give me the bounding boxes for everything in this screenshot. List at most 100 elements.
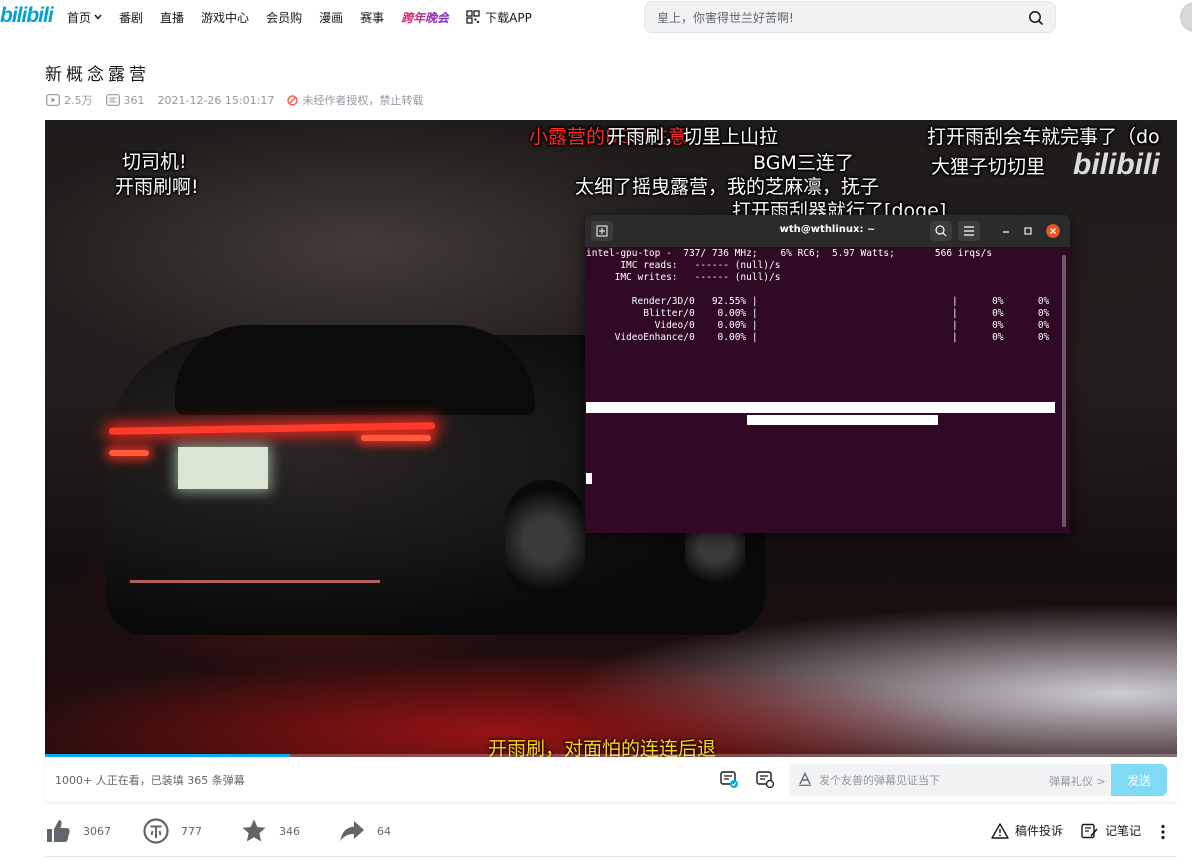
report-button[interactable]: 稿件投诉 — [991, 822, 1063, 839]
danmaku-comment: 大狸子切切里 — [931, 156, 1046, 178]
terminal-line: Blitter/0 0.00% | | 0% 0% — [586, 308, 1050, 319]
video-toolbar: 3067 777 346 64 稿件投诉 记笔记 — [45, 812, 1177, 857]
view-count: 2.5万 — [46, 92, 93, 108]
danmaku-count-value: 361 — [123, 93, 145, 107]
video-player[interactable]: 切司机! 开雨刷啊! 小露营的BGM注意 开雨刷，切里上山拉 BGM三连了 太细… — [45, 120, 1177, 757]
nav-item-anime[interactable]: 番剧 — [119, 8, 143, 26]
video-frame-license-plate — [178, 447, 268, 489]
forbidden-icon — [287, 94, 299, 106]
video-frame-bumper — [130, 580, 380, 583]
video-title: 新概念露营 — [45, 65, 150, 85]
nav-item-home[interactable]: 首页 — [67, 8, 102, 26]
terminal-line: Video/0 0.00% | | 0% 0% — [586, 320, 1050, 331]
nav-item-game-center[interactable]: 游戏中心 — [201, 8, 249, 26]
search-icon — [935, 225, 947, 237]
search-bar — [644, 1, 1056, 33]
report-label: 稿件投诉 — [1015, 824, 1064, 838]
terminal-line: IMC reads: ------ (null)/s — [586, 260, 781, 271]
terminal-window: wth@wthlinux: ~ intel-gpu-top - 737/ 736… — [585, 215, 1070, 533]
danmaku-comment: 开雨刷，切里上山拉 — [607, 126, 779, 148]
danmaku-input[interactable] — [819, 772, 1039, 788]
terminal-line: ENGINE BUSY MI_SEMA MI_WAIT — [586, 284, 1061, 295]
search-icon[interactable] — [1028, 10, 1044, 26]
star-icon — [242, 819, 266, 842]
notes-button[interactable]: 记笔记 — [1081, 822, 1141, 839]
terminal-line: IMC writes: ------ (null)/s — [586, 272, 781, 283]
share-count: 64 — [377, 824, 391, 838]
nav-item-live[interactable]: 直播 — [160, 8, 184, 26]
danmaku-settings-icon[interactable] — [755, 769, 775, 789]
danmaku-comment: 开雨刷啊! — [115, 176, 199, 198]
hamburger-menu-icon — [964, 226, 974, 236]
danmaku-comment: 打开雨刮会车就完事了（do — [927, 126, 1160, 148]
maximize-icon — [1024, 227, 1032, 235]
video-frame-tail-light — [109, 450, 149, 456]
favorite-count: 346 — [279, 824, 300, 838]
player-sending-bar: 1000+ 人正在看，已装填 365 条弹幕 弹幕礼仪 > 发送 — [45, 757, 1177, 802]
play-count-icon — [46, 94, 60, 106]
danmaku-comment: 切司机! — [122, 151, 187, 173]
nav-item-label: 下载APP — [485, 10, 532, 25]
divider — [45, 856, 1177, 857]
publish-time: 2021-12-26 15:01:17 — [157, 93, 275, 107]
bilibili-logo[interactable]: bilibili — [0, 4, 54, 30]
terminal-search-button — [930, 221, 952, 241]
terminal-title: wth@wthlinux: ~ — [779, 224, 876, 235]
render-busy-bar — [747, 415, 938, 425]
danmaku-comment: 太细了摇曳露营，我的芝麻凛，抚子 — [575, 176, 880, 198]
notes-label: 记笔记 — [1105, 824, 1142, 838]
video-frame-tail-light — [361, 435, 431, 441]
warning-icon — [991, 822, 1009, 839]
share-button[interactable]: 64 — [339, 818, 391, 844]
nav-item-download-app[interactable]: 下载APP — [466, 8, 532, 26]
coin-button[interactable]: 777 — [143, 818, 202, 844]
close-icon — [1046, 224, 1060, 238]
nav-items: 首页 番剧 直播 游戏中心 会员购 漫画 赛事 跨年晚会 下载APP — [67, 8, 549, 26]
favorite-button[interactable]: 346 — [241, 818, 300, 844]
danmaku-etiquette-link[interactable]: 弹幕礼仪 > — [1049, 773, 1106, 789]
chevron-down-icon — [94, 14, 102, 20]
terminal-titlebar: wth@wthlinux: ~ — [585, 215, 1070, 247]
minimize-icon — [1003, 231, 1009, 233]
terminal-cursor — [586, 473, 592, 484]
terminal-line: Render/3D/0 92.55% | | 0% 0% — [586, 296, 1050, 307]
share-icon — [340, 821, 364, 841]
coin-icon — [143, 818, 169, 844]
more-options-icon[interactable] — [1161, 824, 1165, 840]
video-frame-wheel — [505, 480, 585, 600]
terminal-table-header-highlight — [586, 402, 1055, 413]
nav-item-esports[interactable]: 赛事 — [360, 8, 384, 26]
danmaku-count-icon — [105, 94, 120, 106]
terminal-scrollbar — [1062, 255, 1066, 527]
note-icon — [1081, 823, 1098, 838]
like-count: 3067 — [83, 824, 111, 838]
nav-item-mall[interactable]: 会员购 — [266, 8, 302, 26]
danmaku-style-icon[interactable] — [798, 772, 812, 786]
danmaku-input-box: 弹幕礼仪 > 发送 — [789, 764, 1167, 796]
video-frame-car-window — [175, 325, 535, 415]
danmaku-comment: BGM三连了 — [753, 152, 854, 174]
view-count-value: 2.5万 — [64, 94, 93, 107]
copyright-notice: 未经作者授权，禁止转载 — [287, 92, 423, 108]
like-button[interactable]: 3067 — [45, 818, 111, 844]
thumbs-up-icon — [47, 820, 70, 842]
terminal-output: intel-gpu-top - 737/ 736 MHz; 6% RC6; 5.… — [586, 248, 1061, 344]
nav-item-new-year-gala[interactable]: 跨年晚会 — [401, 8, 449, 26]
terminal-menu-button — [958, 221, 980, 241]
video-meta: 2.5万 361 2021-12-26 15:01:17 未经作者授权，禁止转载 — [46, 92, 423, 108]
top-navigation: bilibili 首页 番剧 直播 游戏中心 会员购 漫画 赛事 跨年晚会 下载… — [0, 0, 1192, 34]
send-danmaku-button[interactable]: 发送 — [1111, 764, 1167, 796]
nav-item-manga[interactable]: 漫画 — [319, 8, 343, 26]
nav-item-label: 首页 — [67, 10, 92, 25]
bilibili-watermark: bilibili — [1073, 148, 1160, 181]
watching-count: 1000+ 人正在看，已装填 365 条弹幕 — [55, 774, 245, 787]
search-input[interactable] — [657, 9, 1017, 27]
app-download-icon — [466, 10, 480, 24]
danmaku-toggle-icon[interactable] — [719, 769, 739, 789]
user-avatar[interactable] — [1180, 2, 1192, 32]
danmaku-count: 361 — [105, 93, 145, 107]
terminal-line: VideoEnhance/0 0.00% | | 0% 0% — [586, 332, 1050, 343]
terminal-line: intel-gpu-top - 737/ 736 MHz; 6% RC6; 5.… — [586, 248, 993, 259]
copyright-text: 未经作者授权，禁止转载 — [302, 94, 424, 107]
coin-count: 777 — [181, 824, 202, 838]
